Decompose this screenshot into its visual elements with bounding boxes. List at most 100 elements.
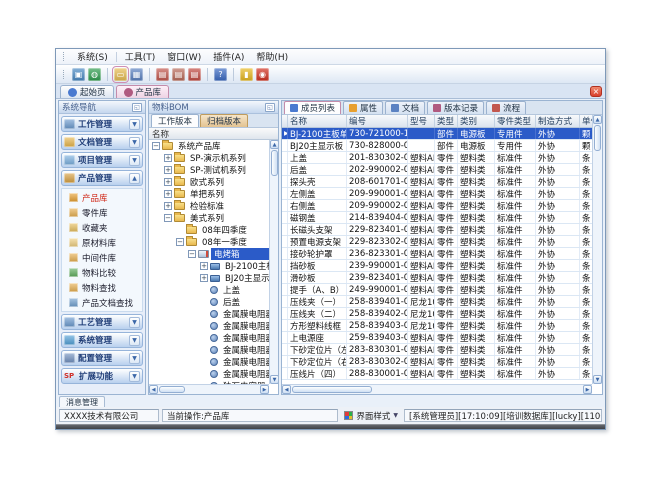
ui-style-selector[interactable]: 界面样式 ▼ (341, 409, 401, 422)
grid-vertical-scrollbar[interactable]: ▲ ▼ (592, 115, 602, 384)
scroll-down-icon[interactable]: ▼ (593, 375, 602, 384)
sidebar-group-工艺管理[interactable]: 工艺管理▼ (61, 314, 143, 330)
tree-node-金属膜电阻器[interactable]: 金属膜电阻器 (149, 308, 269, 320)
menu-item-5[interactable]: 帮助(H) (250, 49, 294, 64)
menu-item-1[interactable]: 系统(S) (71, 49, 114, 64)
table-row[interactable]: 挡砂板239-990001-01X塑料ABS零件塑料类标准件外协条 (282, 260, 592, 272)
exit-icon[interactable]: ◉ (256, 68, 269, 81)
scroll-down-icon[interactable]: ▼ (270, 375, 278, 384)
bom-pin-button[interactable]: ◱ (265, 103, 275, 112)
sidebar-group-工作管理[interactable]: 工作管理▼ (61, 116, 143, 132)
sidebar-group-系统管理[interactable]: 系统管理▼ (61, 332, 143, 348)
doc-delete-icon[interactable]: ▤ (188, 68, 201, 81)
column-header-零件类型[interactable]: 零件类型 (495, 115, 536, 127)
chevron-up-icon[interactable]: ▲ (129, 173, 140, 184)
collapse-icon[interactable]: − (188, 250, 196, 258)
tree-node-BJ-2100主板单元[interactable]: +BJ-2100主板单元 (149, 260, 269, 272)
tree-node-后盖[interactable]: 后盖 (149, 296, 269, 308)
doc-edit-icon[interactable]: ▤ (172, 68, 185, 81)
table-row[interactable]: 下砂定位片（左）283-830301-00X塑料ABS零件塑料类标准件外协条 (282, 344, 592, 356)
column-header-类别[interactable]: 类别 (458, 115, 495, 127)
version-tab-工作版本[interactable]: 工作版本 (151, 114, 199, 127)
table-row[interactable]: 长磁头支架229-823401-00X塑料ABS零件塑料类标准件外协条 (282, 224, 592, 236)
sidebar-item-零件库[interactable]: 零件库 (62, 205, 142, 220)
sidebar-group-配置管理[interactable]: 配置管理▼ (61, 350, 143, 366)
close-tab-button[interactable]: × (590, 86, 602, 97)
tree-node-检验标准[interactable]: +检验标准 (149, 200, 269, 212)
column-header-单位[interactable]: 单位 (580, 115, 592, 127)
doc-tab-产品库[interactable]: 产品库 (116, 85, 170, 98)
toolbar-grip-handle[interactable] (63, 70, 66, 79)
expand-icon[interactable]: + (164, 166, 172, 174)
chevron-down-icon[interactable]: ▼ (129, 317, 140, 328)
table-row[interactable]: 探头壳208-601701-01X塑料ABS零件塑料类标准件外协条 (282, 176, 592, 188)
scroll-left-icon[interactable]: ◀ (149, 385, 158, 394)
table-row[interactable]: 压线夹（一）258-839401-00X尼龙1010零件塑料类标准件外协条 (282, 296, 592, 308)
sidebar-group-项目管理[interactable]: 项目管理▼ (61, 152, 143, 168)
expand-icon[interactable]: + (164, 178, 172, 186)
sidebar-item-物料比较[interactable]: 物料比较 (62, 265, 142, 280)
table-row[interactable]: ▶BJ-2100主板单元730-721000-12X部件电源板专用件外协颗 (282, 128, 592, 140)
grid-hscroll-thumb[interactable] (292, 386, 372, 393)
version-tab-归档版本[interactable]: 归档版本 (200, 114, 248, 127)
column-header-型号[interactable]: 型号 (408, 115, 435, 127)
sidebar-item-产品库[interactable]: 产品库 (62, 190, 142, 205)
tab-流程[interactable]: 流程 (486, 101, 526, 114)
doc-new-icon[interactable]: ▤ (156, 68, 169, 81)
table-row[interactable]: 提手（A、B）249-990001-01X塑料ABS零件塑料类标准件外协条 (282, 284, 592, 296)
tree-node-金属膜电阻器[interactable]: 金属膜电阻器 (149, 344, 269, 356)
chevron-down-icon[interactable]: ▼ (129, 119, 140, 130)
sidebar-item-原材料库[interactable]: 原材料库 (62, 235, 142, 250)
tree-horizontal-scrollbar[interactable]: ◀ ▶ (149, 384, 269, 394)
collapse-icon[interactable]: − (152, 142, 160, 150)
table-row[interactable]: 压线夹（二）258-839402-00X尼龙1010零件塑料类标准件外协条 (282, 308, 592, 320)
tree-node-BJ20主显示板[interactable]: +BJ20主显示板 (149, 272, 269, 284)
tree-node-08年四季度[interactable]: 08年四季度 (149, 224, 269, 236)
sidebar-item-收藏夹[interactable]: 收藏夹 (62, 220, 142, 235)
sidebar-group-扩展功能[interactable]: SP扩展功能▼ (61, 368, 143, 384)
table-row[interactable]: 上盖201-830302-00X塑料ABS零件塑料类标准件外协条 (282, 152, 592, 164)
sidebar-item-物料查找[interactable]: 物料查找 (62, 280, 142, 295)
tree-node-08年一季度[interactable]: −08年一季度 (149, 236, 269, 248)
tree-node-欧式系列[interactable]: +欧式系列 (149, 176, 269, 188)
table-row[interactable]: 上电源座259-839403-00X塑料ABS零件塑料类标准件外协条 (282, 332, 592, 344)
column-header-编号[interactable]: 编号 (347, 115, 408, 127)
tree-column-header[interactable]: 名称 (149, 128, 278, 140)
sidebar-group-文档管理[interactable]: 文档管理▼ (61, 134, 143, 150)
tree-node-单把系列[interactable]: +单把系列 (149, 188, 269, 200)
grid-horizontal-scrollbar[interactable]: ◀ ▶ (282, 384, 592, 394)
chevron-down-icon[interactable]: ▼ (129, 137, 140, 148)
message-manage-tab[interactable]: 消息管理 (59, 396, 105, 407)
sidebar-item-中间件库[interactable]: 中间件库 (62, 250, 142, 265)
tab-文档[interactable]: 文档 (385, 101, 425, 114)
table-row[interactable]: 下砂定位片（右）283-830302-00X塑料ABS零件塑料类标准件外协条 (282, 356, 592, 368)
table-row[interactable]: 方形塑料线框258-839403-00X尼龙1010零件塑料类标准件外协条 (282, 320, 592, 332)
table-row[interactable]: 预置电源支架229-823302-00X塑料ABS零件塑料类标准件外协条 (282, 236, 592, 248)
tree-node-金属膜电阻器[interactable]: 金属膜电阻器 (149, 368, 269, 380)
tree-node-美式系列[interactable]: −美式系列 (149, 212, 269, 224)
tree-hscroll-thumb[interactable] (159, 386, 185, 393)
sidebar-group-产品管理[interactable]: 产品管理▲ (61, 170, 143, 186)
menubar-grip-handle[interactable] (63, 52, 66, 61)
tab-版本记录[interactable]: 版本记录 (427, 101, 484, 114)
chevron-down-icon[interactable]: ▼ (129, 155, 140, 166)
table-row[interactable]: 后盖202-990002-01X塑料ABS零件塑料类标准件外协条 (282, 164, 592, 176)
sidebar-pin-button[interactable]: ◱ (132, 103, 142, 112)
expand-icon[interactable]: + (164, 190, 172, 198)
column-header-名称[interactable]: 名称 (288, 115, 347, 127)
scroll-left-icon[interactable]: ◀ (282, 385, 291, 394)
menu-item-2[interactable]: 工具(T) (119, 49, 162, 64)
table-row[interactable]: 接砂轮护罩236-823301-00X塑料ABS零件塑料类标准件外协条 (282, 248, 592, 260)
column-header-类型[interactable]: 类型 (435, 115, 458, 127)
grid-vscroll-thumb[interactable] (594, 125, 601, 151)
tree-node-金属膜电阻器[interactable]: 金属膜电阻器 (149, 332, 269, 344)
table-row[interactable]: 左侧盖209-990001-01X塑料ABS零件塑料类标准件外协条 (282, 188, 592, 200)
scroll-up-icon[interactable]: ▲ (593, 115, 602, 124)
tree-node-金属膜电阻器[interactable]: 金属膜电阻器 (149, 320, 269, 332)
tree-node-金属膜电阻器[interactable]: 金属膜电阻器 (149, 356, 269, 368)
tab-成员列表[interactable]: 成员列表 (284, 101, 341, 114)
lock-icon[interactable]: ▮ (240, 68, 253, 81)
monitor-icon[interactable]: ▣ (72, 68, 85, 81)
menu-item-4[interactable]: 插件(A) (207, 49, 250, 64)
doc-tab-起始页[interactable]: 起始页 (60, 85, 114, 98)
